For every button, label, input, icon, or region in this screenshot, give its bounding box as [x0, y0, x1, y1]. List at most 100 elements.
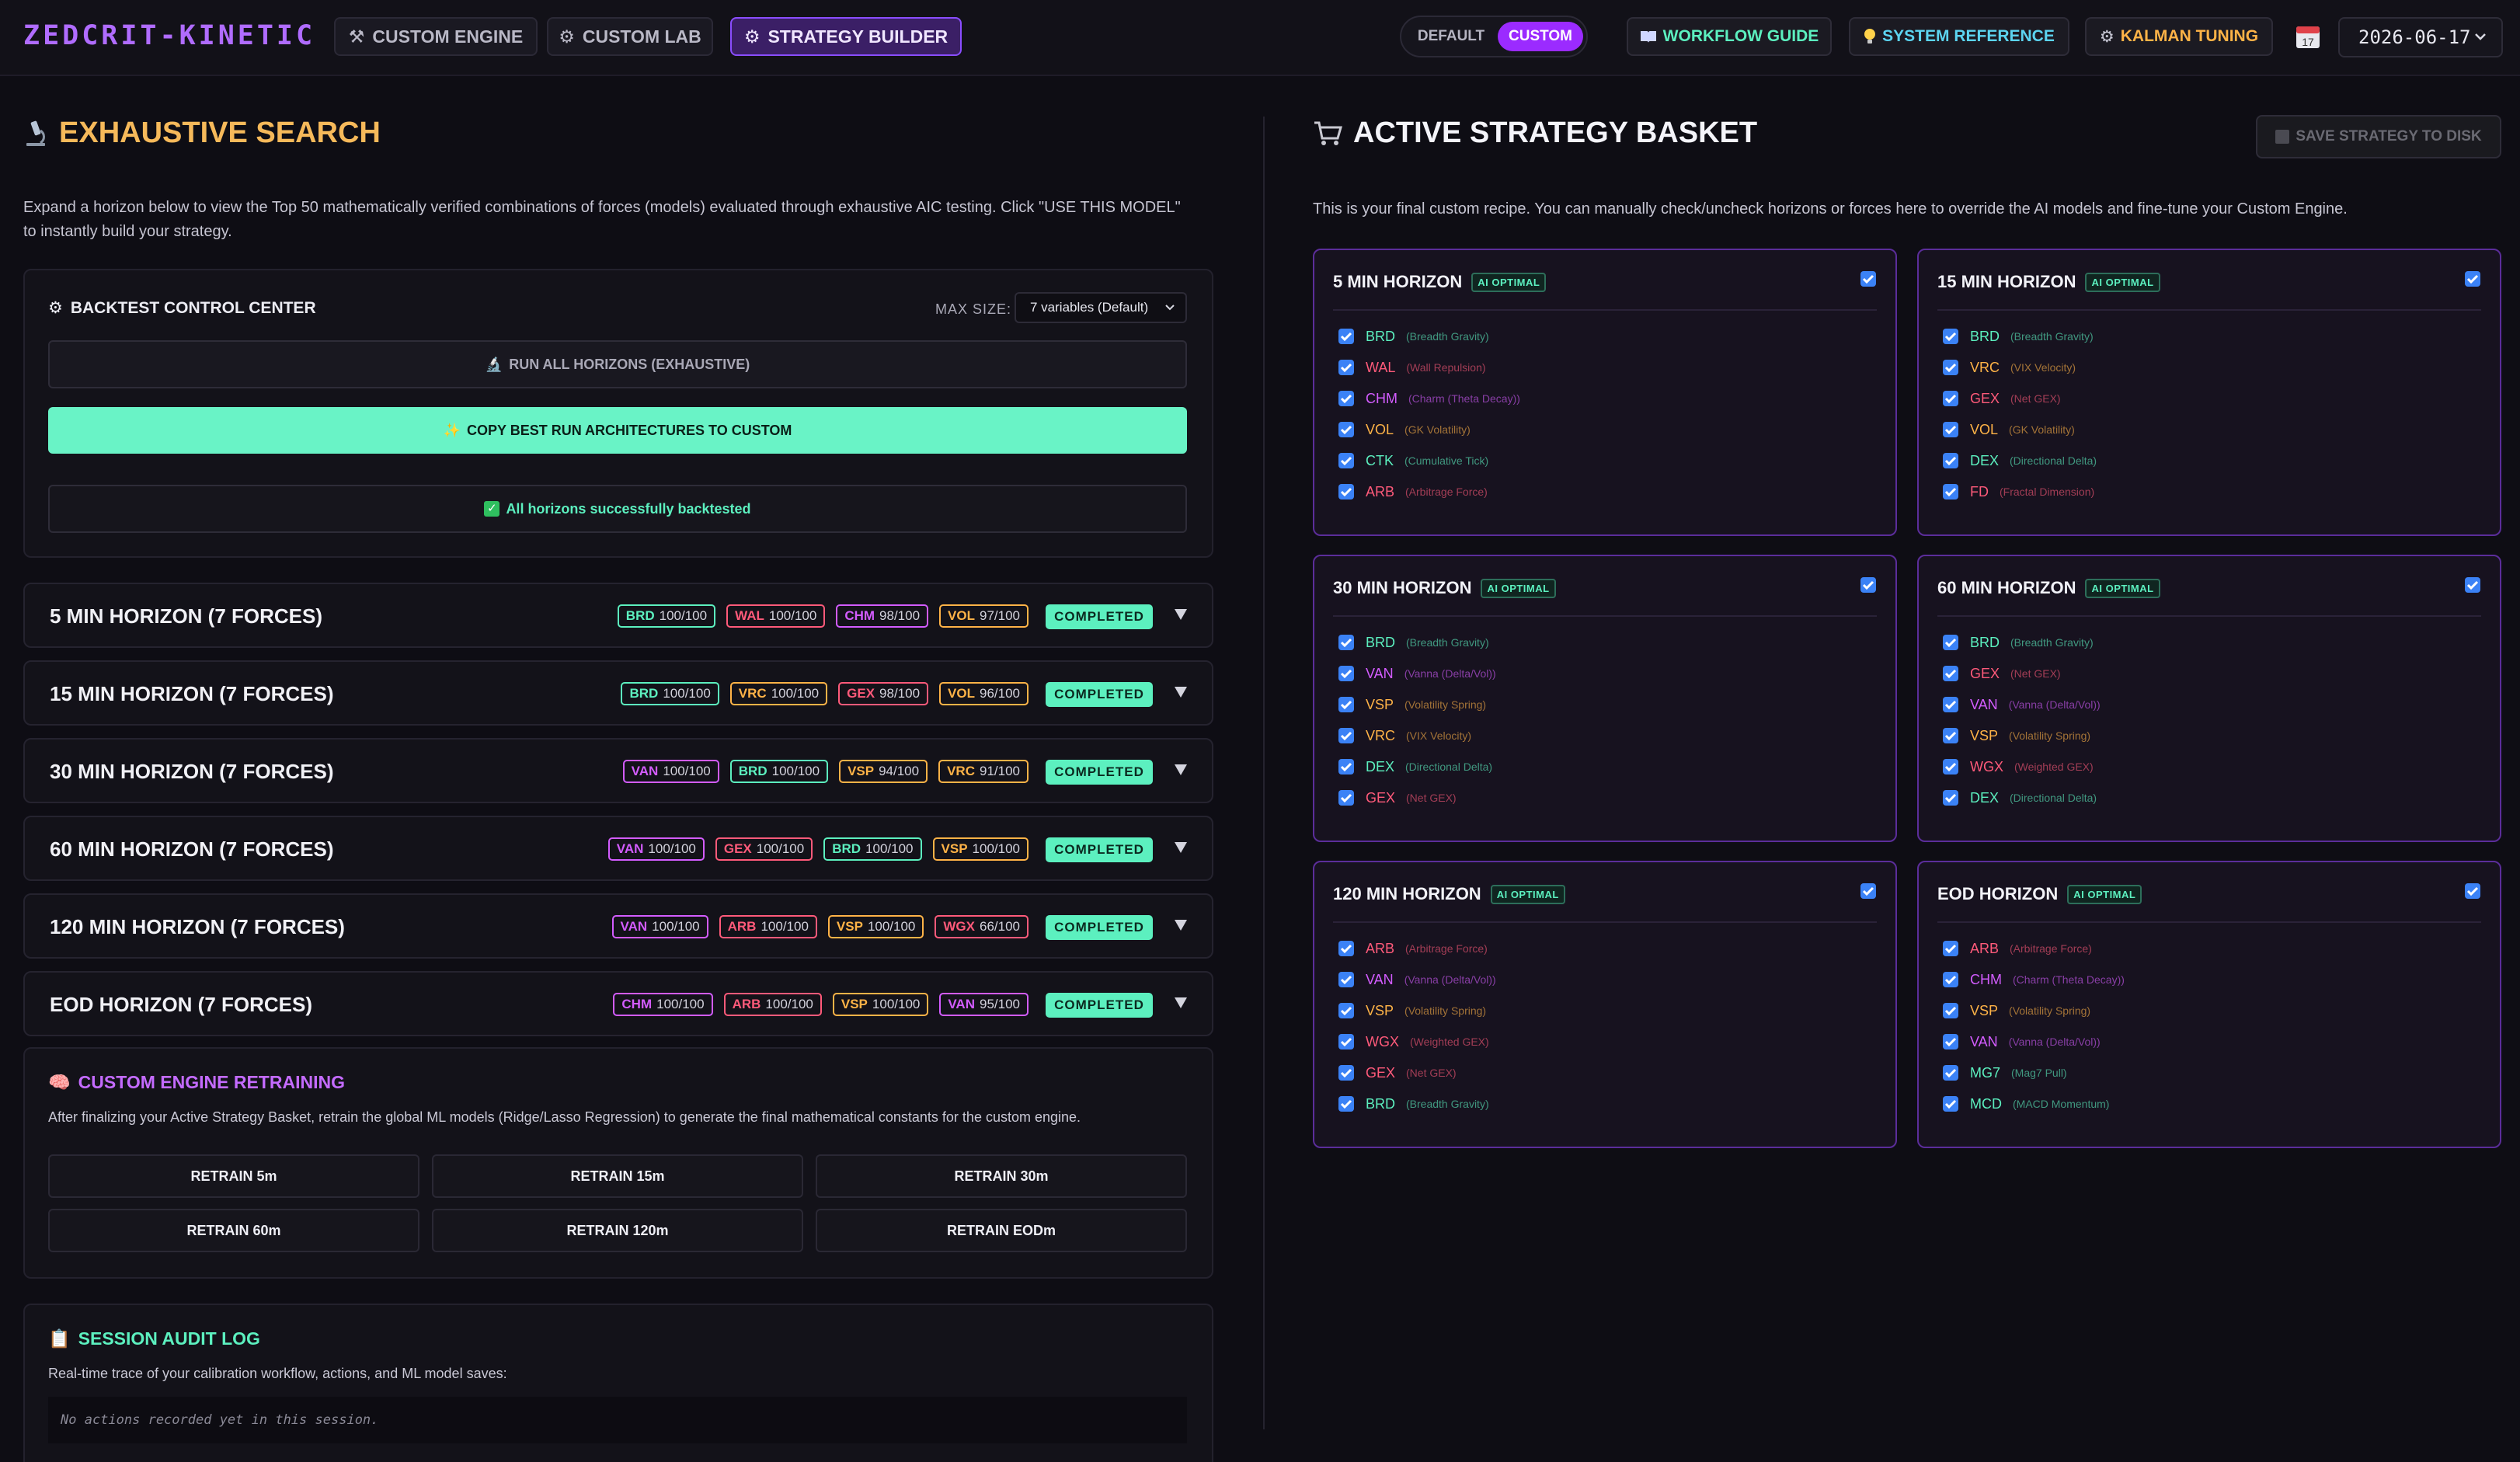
force-toggle[interactable]: VAN (Vanna (Delta/Vol)) [1942, 1030, 2101, 1053]
nav-custom-lab[interactable]: ⚙ CUSTOM LAB [547, 17, 713, 56]
retrain-15m-button[interactable]: RETRAIN 15m [432, 1154, 803, 1198]
force-toggle[interactable]: VAN (Vanna (Delta/Vol)) [1338, 968, 1496, 991]
force-checkbox[interactable] [1338, 696, 1355, 713]
retrain-5m-button[interactable]: RETRAIN 5m [48, 1154, 419, 1198]
force-checkbox[interactable] [1338, 390, 1355, 407]
caret-down-icon[interactable] [1173, 763, 1189, 777]
caret-down-icon[interactable] [1173, 918, 1189, 932]
force-checkbox[interactable] [1338, 328, 1355, 345]
force-toggle[interactable]: ARB (Arbitrage Force) [1942, 937, 2092, 960]
workflow-guide-button[interactable]: WORKFLOW GUIDE [1627, 17, 1832, 56]
force-checkbox[interactable] [1942, 634, 1959, 651]
retrain-30m-button[interactable]: RETRAIN 30m [816, 1154, 1187, 1198]
horizon-row-30min[interactable]: 30 MIN HORIZON (7 FORCES) VAN 100/100 BRD 1… [23, 738, 1213, 803]
force-toggle[interactable]: WAL (Wall Repulsion) [1338, 356, 1486, 379]
calendar-icon[interactable]: 17 [2295, 23, 2321, 50]
force-toggle[interactable]: MG7 (Mag7 Pull) [1942, 1061, 2067, 1084]
force-toggle[interactable]: VOL (GK Volatility) [1338, 418, 1471, 441]
force-checkbox[interactable] [1942, 758, 1959, 775]
force-toggle[interactable]: ARB (Arbitrage Force) [1338, 480, 1488, 503]
force-checkbox[interactable] [1338, 483, 1355, 500]
force-checkbox[interactable] [1338, 665, 1355, 682]
force-checkbox[interactable] [1942, 452, 1959, 469]
horizon-checkbox[interactable] [1860, 270, 1877, 287]
caret-down-icon[interactable] [1173, 996, 1189, 1010]
force-toggle[interactable]: DEX (Directional Delta) [1942, 786, 2097, 809]
force-checkbox[interactable] [1338, 940, 1355, 957]
force-toggle[interactable]: BRD (Breadth Gravity) [1942, 325, 2094, 348]
caret-down-icon[interactable] [1173, 607, 1189, 621]
force-toggle[interactable]: VRC (VIX Velocity) [1338, 724, 1471, 747]
force-toggle[interactable]: MCD (MACD Momentum) [1942, 1092, 2109, 1116]
force-checkbox[interactable] [1338, 359, 1355, 376]
force-checkbox[interactable] [1942, 421, 1959, 438]
force-toggle[interactable]: WGX (Weighted GEX) [1942, 755, 2094, 778]
force-checkbox[interactable] [1338, 758, 1355, 775]
date-select[interactable]: 2026-06-17 [2338, 17, 2503, 57]
force-checkbox[interactable] [1942, 1002, 1959, 1019]
horizon-checkbox[interactable] [1860, 576, 1877, 594]
force-toggle[interactable]: VAN (Vanna (Delta/Vol)) [1338, 662, 1496, 685]
force-checkbox[interactable] [1338, 634, 1355, 651]
force-checkbox[interactable] [1338, 452, 1355, 469]
force-toggle[interactable]: GEX (Net GEX) [1942, 387, 2061, 410]
force-checkbox[interactable] [1942, 789, 1959, 806]
force-checkbox[interactable] [1942, 328, 1959, 345]
retrain-eod-button[interactable]: RETRAIN EODm [816, 1209, 1187, 1252]
force-checkbox[interactable] [1942, 940, 1959, 957]
force-checkbox[interactable] [1338, 971, 1355, 988]
save-strategy-button[interactable]: SAVE STRATEGY TO DISK [2256, 115, 2501, 158]
horizon-row-120min[interactable]: 120 MIN HORIZON (7 FORCES) VAN 100/100 ARB… [23, 893, 1213, 959]
force-toggle[interactable]: BRD (Breadth Gravity) [1338, 325, 1489, 348]
max-size-select[interactable]: 7 variables (Default) [1015, 292, 1187, 323]
force-toggle[interactable]: GEX (Net GEX) [1942, 662, 2061, 685]
run-all-horizons-button[interactable]: 🔬 RUN ALL HORIZONS (EXHAUSTIVE) [48, 340, 1187, 388]
nav-custom-engine[interactable]: ⚒ CUSTOM ENGINE [334, 17, 538, 56]
force-checkbox[interactable] [1942, 359, 1959, 376]
horizon-row-60min[interactable]: 60 MIN HORIZON (7 FORCES) VAN 100/100 GEX 1… [23, 816, 1213, 881]
force-toggle[interactable]: VSP (Volatility Spring) [1942, 724, 2090, 747]
force-checkbox[interactable] [1338, 421, 1355, 438]
system-reference-button[interactable]: SYSTEM REFERENCE [1849, 17, 2069, 56]
force-checkbox[interactable] [1942, 1064, 1959, 1081]
horizon-row-15min[interactable]: 15 MIN HORIZON (7 FORCES) BRD 100/100 VRC 1… [23, 660, 1213, 726]
force-checkbox[interactable] [1942, 727, 1959, 744]
force-checkbox[interactable] [1942, 971, 1959, 988]
force-toggle[interactable]: VSP (Volatility Spring) [1942, 999, 2090, 1022]
force-toggle[interactable]: DEX (Directional Delta) [1942, 449, 2097, 472]
force-checkbox[interactable] [1338, 1095, 1355, 1112]
force-toggle[interactable]: BRD (Breadth Gravity) [1338, 1092, 1489, 1116]
force-toggle[interactable]: VOL (GK Volatility) [1942, 418, 2075, 441]
horizon-checkbox[interactable] [1860, 882, 1877, 900]
kalman-tuning-button[interactable]: ⚙ KALMAN TUNING [2085, 17, 2273, 56]
force-checkbox[interactable] [1942, 390, 1959, 407]
force-checkbox[interactable] [1942, 1095, 1959, 1112]
force-toggle[interactable]: GEX (Net GEX) [1338, 1061, 1457, 1084]
retrain-60m-button[interactable]: RETRAIN 60m [48, 1209, 419, 1252]
force-checkbox[interactable] [1338, 727, 1355, 744]
force-toggle[interactable]: VSP (Volatility Spring) [1338, 693, 1486, 716]
force-toggle[interactable]: WGX (Weighted GEX) [1338, 1030, 1489, 1053]
force-toggle[interactable]: BRD (Breadth Gravity) [1942, 631, 2094, 654]
force-checkbox[interactable] [1942, 665, 1959, 682]
horizon-row-5min[interactable]: 5 MIN HORIZON (7 FORCES) BRD 100/100 WAL 10… [23, 583, 1213, 648]
force-toggle[interactable]: CHM (Charm (Theta Decay)) [1942, 968, 2125, 991]
force-checkbox[interactable] [1338, 789, 1355, 806]
force-toggle[interactable]: CHM (Charm (Theta Decay)) [1338, 387, 1520, 410]
force-toggle[interactable]: VRC (VIX Velocity) [1942, 356, 2076, 379]
caret-down-icon[interactable] [1173, 841, 1189, 855]
horizon-checkbox[interactable] [2464, 576, 2481, 594]
nav-strategy-builder[interactable]: ⚙ STRATEGY BUILDER [730, 17, 962, 56]
retrain-120m-button[interactable]: RETRAIN 120m [432, 1209, 803, 1252]
caret-down-icon[interactable] [1173, 685, 1189, 699]
force-toggle[interactable]: DEX (Directional Delta) [1338, 755, 1492, 778]
horizon-checkbox[interactable] [2464, 270, 2481, 287]
force-toggle[interactable]: FD (Fractal Dimension) [1942, 480, 2094, 503]
horizon-row-eod[interactable]: EOD HORIZON (7 FORCES) CHM 100/100 ARB 100/… [23, 971, 1213, 1036]
mode-default-option[interactable]: DEFAULT [1408, 22, 1495, 51]
force-toggle[interactable]: ARB (Arbitrage Force) [1338, 937, 1488, 960]
force-toggle[interactable]: VSP (Volatility Spring) [1338, 999, 1486, 1022]
force-checkbox[interactable] [1338, 1002, 1355, 1019]
force-checkbox[interactable] [1942, 696, 1959, 713]
force-toggle[interactable]: VAN (Vanna (Delta/Vol)) [1942, 693, 2101, 716]
